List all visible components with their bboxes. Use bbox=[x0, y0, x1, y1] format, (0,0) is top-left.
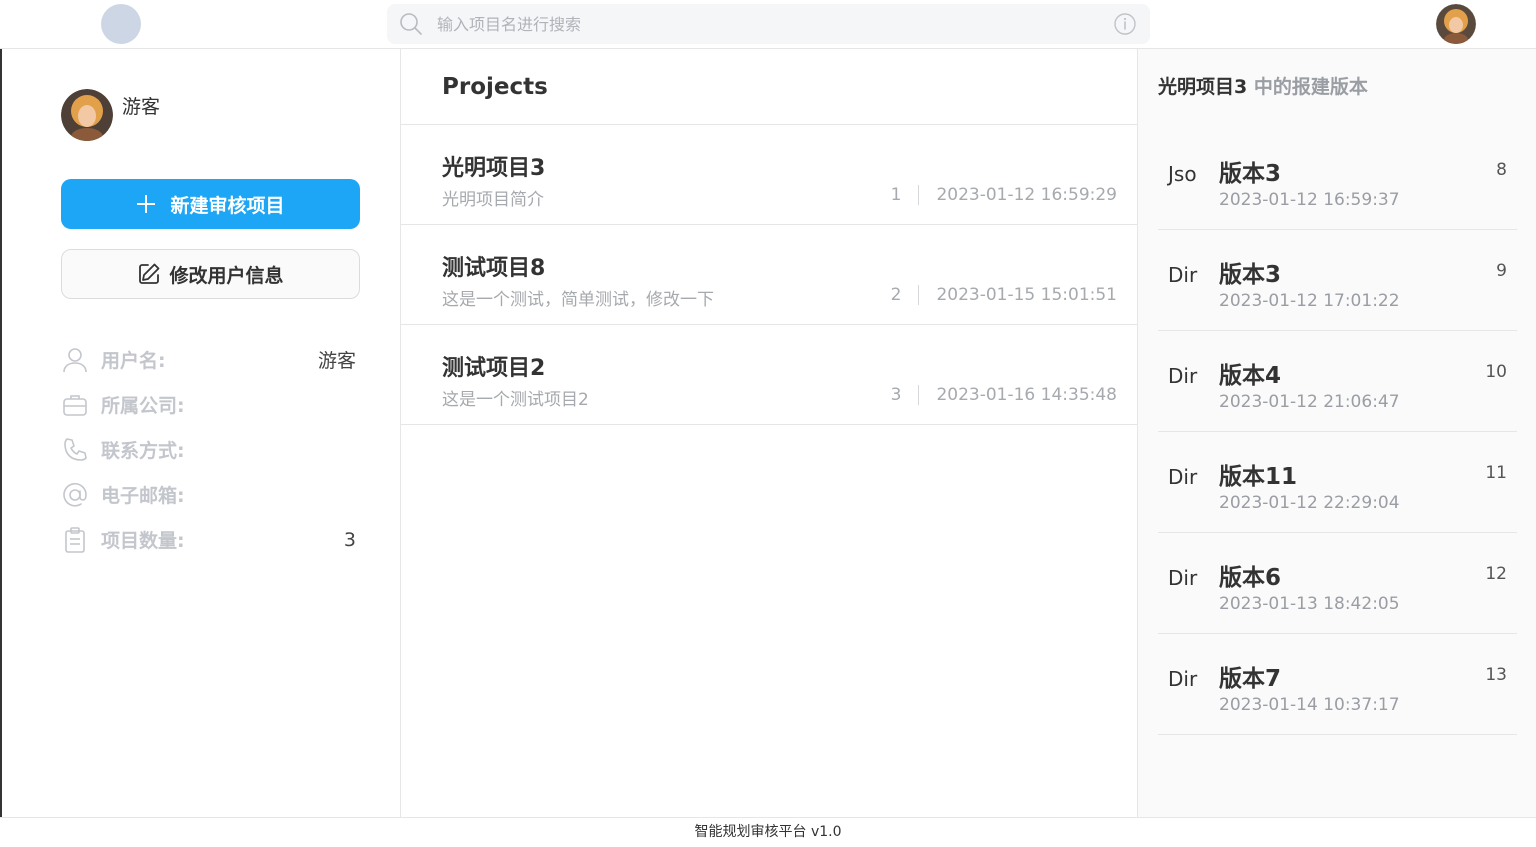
version-id: 12 bbox=[1485, 564, 1507, 584]
version-item[interactable]: Dir 版本7 2023-01-14 10:37:17 13 bbox=[1158, 634, 1517, 735]
info-label: 联系方式: bbox=[101, 440, 185, 462]
clipboard-icon bbox=[65, 526, 85, 553]
version-time: 2023-01-12 22:29:04 bbox=[1219, 493, 1400, 513]
search-icon bbox=[400, 13, 422, 35]
version-item[interactable]: Dir 版本4 2023-01-12 21:06:47 10 bbox=[1158, 331, 1517, 432]
projects-header: Projects bbox=[401, 49, 1137, 125]
version-type: Dir bbox=[1168, 667, 1198, 691]
version-list: Jso 版本3 2023-01-12 16:59:37 8 Dir 版本3 20… bbox=[1158, 129, 1517, 735]
footer-text: 智能规划审核平台 v1.0 bbox=[694, 824, 842, 840]
divider bbox=[918, 185, 920, 205]
project-date: 2023-01-15 15:01:51 bbox=[936, 285, 1117, 305]
version-type: Dir bbox=[1168, 566, 1198, 590]
version-item[interactable]: Dir 版本6 2023-01-13 18:42:05 12 bbox=[1158, 533, 1517, 634]
user-panel: 游客 新建审核项目 修改用户信息 用户名: 游客 所属公司: 联系方式: 电子邮… bbox=[0, 49, 401, 817]
info-label: 用户名: bbox=[101, 350, 166, 372]
briefcase-icon bbox=[63, 394, 87, 416]
info-label: 项目数量: bbox=[101, 530, 185, 552]
version-name: 版本4 bbox=[1219, 363, 1282, 389]
logo[interactable] bbox=[101, 4, 141, 44]
plus-icon bbox=[137, 195, 156, 213]
project-name: 测试项目2 bbox=[442, 356, 546, 381]
versions-panel: 光明项目3 中的报建版本 Jso 版本3 2023-01-12 16:59:37… bbox=[1137, 49, 1536, 817]
version-type: Dir bbox=[1168, 465, 1198, 489]
version-time: 2023-01-12 21:06:47 bbox=[1219, 392, 1400, 412]
project-item[interactable]: 测试项目8 这是一个测试，简单测试，修改一下 2 2023-01-15 15:0… bbox=[401, 225, 1137, 325]
project-id: 3 bbox=[890, 385, 902, 405]
page-title: Projects bbox=[442, 73, 548, 100]
user-name: 游客 bbox=[122, 96, 161, 118]
info-row-phone: 联系方式: bbox=[61, 427, 360, 472]
new-project-label: 新建审核项目 bbox=[170, 194, 285, 217]
version-name: 版本3 bbox=[1219, 262, 1282, 288]
edit-icon bbox=[139, 263, 160, 284]
user-icon bbox=[63, 347, 87, 372]
info-label: 所属公司: bbox=[101, 395, 185, 417]
new-project-button[interactable]: 新建审核项目 bbox=[61, 179, 360, 229]
info-value: 游客 bbox=[317, 350, 356, 372]
versions-title-suffix: 中的报建版本 bbox=[1247, 76, 1368, 98]
versions-project-name: 光明项目3 bbox=[1158, 76, 1248, 98]
search-bar bbox=[387, 4, 1150, 44]
version-name: 版本6 bbox=[1219, 565, 1282, 591]
versions-title: 光明项目3 中的报建版本 bbox=[1158, 72, 1368, 99]
version-id: 11 bbox=[1485, 463, 1507, 483]
info-value: 3 bbox=[343, 528, 356, 551]
version-id: 10 bbox=[1485, 362, 1507, 382]
project-meta: 3 2023-01-16 14:35:48 bbox=[891, 385, 1117, 405]
version-item[interactable]: Dir 版本3 2023-01-12 17:01:22 9 bbox=[1158, 230, 1517, 331]
edit-user-button[interactable]: 修改用户信息 bbox=[61, 249, 360, 299]
project-meta: 1 2023-01-12 16:59:29 bbox=[891, 185, 1117, 205]
info-icon[interactable] bbox=[1114, 13, 1136, 35]
version-id: 13 bbox=[1485, 665, 1507, 685]
footer: 智能规划审核平台 v1.0 bbox=[0, 817, 1536, 846]
project-name: 测试项目8 bbox=[442, 256, 546, 281]
project-name: 光明项目3 bbox=[442, 156, 546, 181]
version-type: Dir bbox=[1168, 364, 1198, 388]
user-avatar[interactable] bbox=[1436, 4, 1476, 44]
info-row-company: 所属公司: bbox=[61, 382, 360, 427]
phone-icon bbox=[64, 437, 87, 461]
version-time: 2023-01-12 17:01:22 bbox=[1219, 291, 1400, 311]
project-item[interactable]: 光明项目3 光明项目简介 1 2023-01-12 16:59:29 bbox=[401, 125, 1137, 225]
version-id: 8 bbox=[1496, 160, 1507, 180]
top-bar bbox=[0, 0, 1536, 49]
info-row-username: 用户名: 游客 bbox=[61, 337, 360, 382]
version-time: 2023-01-14 10:37:17 bbox=[1219, 695, 1400, 715]
version-name: 版本7 bbox=[1219, 666, 1282, 692]
project-description: 这是一个测试，简单测试，修改一下 bbox=[442, 290, 714, 310]
info-row-email: 电子邮箱: bbox=[61, 472, 360, 517]
version-item[interactable]: Jso 版本3 2023-01-12 16:59:37 8 bbox=[1158, 129, 1517, 230]
divider bbox=[918, 385, 920, 405]
avatar bbox=[61, 89, 113, 141]
project-date: 2023-01-16 14:35:48 bbox=[936, 385, 1117, 405]
info-label: 电子邮箱: bbox=[101, 485, 185, 507]
user-info-list: 用户名: 游客 所属公司: 联系方式: 电子邮箱: 项目数量: 3 bbox=[61, 337, 360, 562]
version-time: 2023-01-13 18:42:05 bbox=[1219, 594, 1400, 614]
project-description: 这是一个测试项目2 bbox=[442, 390, 589, 410]
project-date: 2023-01-12 16:59:29 bbox=[936, 185, 1117, 205]
divider bbox=[918, 285, 920, 305]
version-time: 2023-01-12 16:59:37 bbox=[1219, 190, 1400, 210]
at-sign-icon bbox=[63, 482, 87, 507]
project-id: 1 bbox=[890, 185, 902, 205]
version-item[interactable]: Dir 版本11 2023-01-12 22:29:04 11 bbox=[1158, 432, 1517, 533]
project-item[interactable]: 测试项目2 这是一个测试项目2 3 2023-01-16 14:35:48 bbox=[401, 325, 1137, 425]
version-id: 9 bbox=[1496, 261, 1507, 281]
version-type: Dir bbox=[1168, 263, 1198, 287]
version-name: 版本11 bbox=[1219, 464, 1298, 490]
project-meta: 2 2023-01-15 15:01:51 bbox=[891, 285, 1117, 305]
version-type: Jso bbox=[1168, 162, 1197, 186]
search-input[interactable] bbox=[437, 4, 1097, 44]
edit-user-label: 修改用户信息 bbox=[169, 264, 284, 287]
projects-panel: Projects 光明项目3 光明项目简介 1 2023-01-12 16:59… bbox=[401, 49, 1137, 817]
project-description: 光明项目简介 bbox=[442, 190, 544, 210]
version-name: 版本3 bbox=[1219, 161, 1282, 187]
info-row-project-count: 项目数量: 3 bbox=[61, 517, 360, 562]
project-id: 2 bbox=[890, 285, 902, 305]
